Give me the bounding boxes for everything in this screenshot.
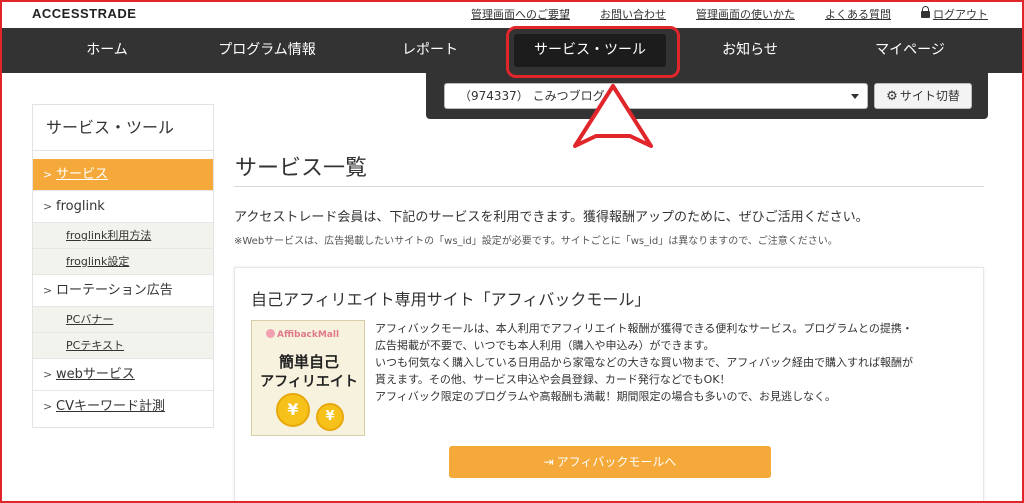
logout-link[interactable]: ログアウト <box>921 6 988 22</box>
sidebar: サービス・ツール > サービス > froglink froglink利用方法 fr… <box>32 104 214 428</box>
gear-icon: ⚙ <box>886 89 898 104</box>
desc-line: いつも何気なく購入している日用品から家電などの大きな買い物まで、アフィバック経由… <box>375 356 914 369</box>
title-divider <box>234 186 984 187</box>
sidebar-sub-pc-banner[interactable]: PCバナー <box>33 307 213 333</box>
nav-home[interactable]: ホーム <box>62 28 152 73</box>
site-select[interactable]: （974337） こみつブログ <box>444 83 868 109</box>
desc-line: アフィバック限定のプログラムや高報酬も満載！期間限定の場合も多いので、お見逃しな… <box>375 390 837 403</box>
affiback-brand: AffibackMall <box>266 329 339 340</box>
sidebar-item-services[interactable]: > サービス <box>33 159 213 191</box>
chevron-right-icon: > <box>43 200 53 213</box>
faq-link[interactable]: よくある質問 <box>825 6 891 22</box>
sidebar-item-label: webサービス <box>56 367 135 382</box>
nav-reports[interactable]: レポート <box>382 28 478 73</box>
lock-icon <box>921 6 930 18</box>
chevron-right-icon: > <box>43 168 53 181</box>
logout-label: ログアウト <box>933 8 988 21</box>
affiback-mall-button[interactable]: ⇥ アフィバックモールへ <box>449 446 771 478</box>
yen-coin-icon: ¥ <box>316 403 344 431</box>
affiback-card: 自己アフィリエイト専用サイト「アフィバックモール」 AffibackMall 簡… <box>234 267 984 503</box>
site-switch-label: サイト切替 <box>899 89 960 103</box>
yen-coin-icon: ¥ <box>276 393 310 427</box>
page-title: サービス一覧 <box>235 156 368 181</box>
chevron-right-icon: > <box>43 368 53 381</box>
sidebar-item-web-services[interactable]: > webサービス <box>33 359 213 391</box>
sidebar-sub-froglink-usage[interactable]: froglink利用方法 <box>33 223 213 249</box>
brand-logo-icon <box>266 329 275 338</box>
intro-text: アクセストレード会員は、下記のサービスを利用できます。獲得報酬アップのために、ぜ… <box>234 210 869 225</box>
sidebar-item-label: ローテーション広告 <box>56 283 173 298</box>
nav-mypage[interactable]: マイページ <box>852 28 968 73</box>
annotation-arrow-icon <box>573 84 653 148</box>
sidebar-title: サービス・ツール <box>33 105 213 151</box>
sidebar-item-cv-keyword[interactable]: > CVキーワード計測 <box>33 391 213 423</box>
site-switch-button[interactable]: ⚙ サイト切替 <box>874 83 972 109</box>
desc-line: アフィバックモールは、本人利用でアフィリエイト報酬が獲得できる便利なサービス。プ… <box>375 322 913 335</box>
desc-line: 貰えます。その他、サービス申込や会員登録、カード発行などでもOK！ <box>375 373 731 386</box>
contact-link[interactable]: お問い合わせ <box>600 6 666 22</box>
nav-news[interactable]: お知らせ <box>702 28 798 73</box>
utility-links: 管理画面へのご要望 お問い合わせ 管理画面の使いかた よくある質問 ログアウト <box>471 6 988 22</box>
sidebar-item-label: froglink <box>56 199 105 214</box>
logo[interactable]: ACCESSTRADE <box>32 6 136 21</box>
card-title: 自己アフィリエイト専用サイト「アフィバックモール」 <box>251 290 651 309</box>
external-link-icon: ⇥ <box>543 455 554 469</box>
sidebar-item-rotation-ads[interactable]: > ローテーション広告 <box>33 275 213 307</box>
annotation-highlight-box <box>506 26 680 78</box>
affiback-banner-image[interactable]: AffibackMall 簡単自己 アフィリエイト ¥ ¥ <box>251 320 365 436</box>
banner-line1: 簡単自己 <box>278 353 339 371</box>
feedback-link[interactable]: 管理画面へのご要望 <box>471 6 570 22</box>
top-utility-bar: ACCESSTRADE 管理画面へのご要望 お問い合わせ 管理画面の使いかた よ… <box>0 0 1024 28</box>
affiback-mall-button-label: アフィバックモールへ <box>556 455 677 469</box>
ws-id-note: ※Webサービスは、広告掲載したいサイトの「ws_id」設定が必要です。サイトご… <box>234 236 838 247</box>
sidebar-sub-froglink-settings[interactable]: froglink設定 <box>33 249 213 275</box>
chevron-right-icon: > <box>43 400 53 413</box>
sidebar-sub-pc-text[interactable]: PCテキスト <box>33 333 213 359</box>
sidebar-item-froglink[interactable]: > froglink <box>33 191 213 223</box>
nav-programs[interactable]: プログラム情報 <box>202 28 332 73</box>
guide-link[interactable]: 管理画面の使いかた <box>696 6 795 22</box>
site-switcher-panel: （974337） こみつブログ ⚙ サイト切替 <box>426 73 988 119</box>
banner-line2: アフィリエイト <box>260 374 358 390</box>
chevron-right-icon: > <box>43 284 53 297</box>
sidebar-item-label: CVキーワード計測 <box>56 399 165 414</box>
caret-down-icon <box>851 94 859 99</box>
card-description: アフィバックモールは、本人利用でアフィリエイト報酬が獲得できる便利なサービス。プ… <box>375 320 975 405</box>
sidebar-item-label: サービス <box>56 167 109 182</box>
desc-line: 広告掲載が不要で、いつでも本人利用（購入や申込み）ができます。 <box>375 339 715 352</box>
